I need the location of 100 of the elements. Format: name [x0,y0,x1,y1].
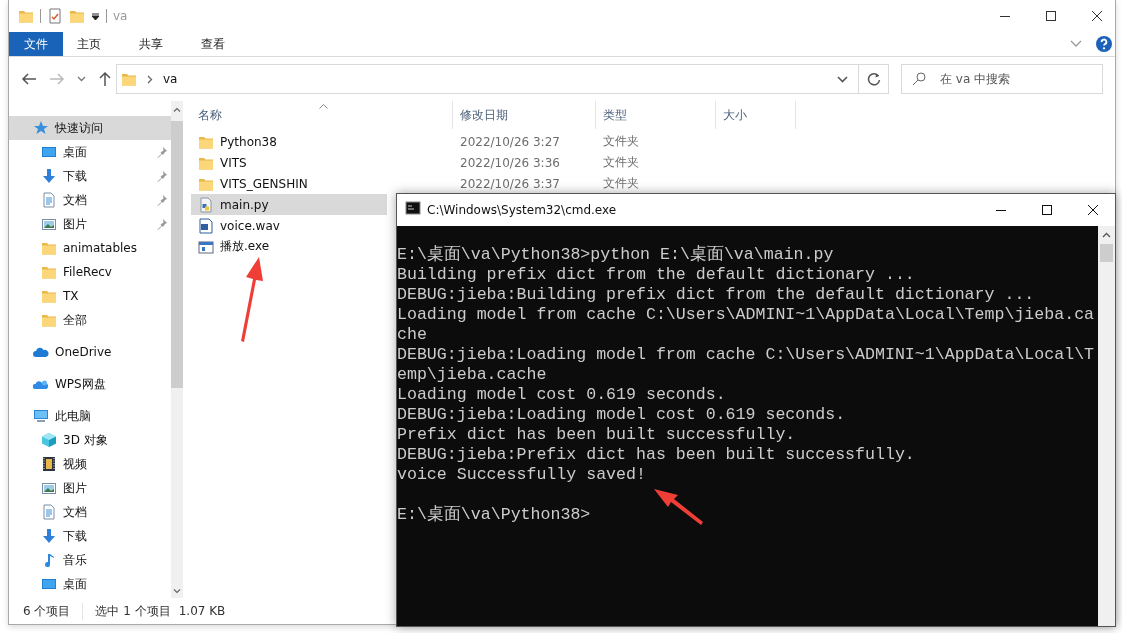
film-icon [41,456,57,472]
picture-icon [41,216,57,232]
refresh-icon [866,72,881,86]
folder-icon [121,71,137,87]
file-row[interactable]: VITS_GENSHIN 2022/10/26 3:37 文件夹 [191,173,791,194]
up-arrow-icon[interactable] [98,71,112,87]
address-bar[interactable]: va [116,64,859,94]
picture-icon [41,480,57,496]
sort-caret-icon [319,104,328,109]
sidebar-item[interactable]: 桌面 [9,140,171,164]
caret-icon[interactable] [91,11,100,21]
sidebar-item[interactable]: 下载 [9,524,171,548]
chevron-down-icon[interactable] [77,76,86,82]
maximize-icon[interactable] [1045,10,1057,22]
console-line: Prefix dict has been built successfully. [397,425,796,445]
sidebar-item[interactable]: 文档 [9,500,171,524]
file-row[interactable]: 播放.exe [191,236,387,257]
python-file-icon [198,196,214,213]
console-line: DEBUG:jieba:Loading model cost 0.619 seconds. [397,405,846,425]
console-line: Loading model cost 0.619 seconds. [397,385,726,405]
column-header[interactable]: 大小 [716,101,796,129]
table-cell-text: 2022/10/26 3:37 [459,176,561,191]
console-line: E:\桌面\va\Python38> [397,505,591,525]
console-line: voice Successfully saved! [397,465,646,485]
monitor-icon [41,576,57,592]
folder-icon [41,240,57,256]
table-cell-text: 2022/10/26 3:27 [459,134,561,149]
path-segment[interactable]: va [163,72,178,86]
file-row[interactable]: VITS 2022/10/26 3:36 文件夹 [191,152,791,173]
table-cell-text: 文件夹 [602,133,640,150]
scroll-up-icon [173,107,181,112]
sidebar-item[interactable]: 3D 对象 [9,428,171,452]
folder-icon [18,8,34,24]
sidebar-item[interactable]: 图片 [9,212,171,236]
column-header[interactable]: 修改日期 [453,101,596,129]
sidebar-item[interactable]: animatables [9,236,171,260]
close-icon[interactable] [1091,10,1103,22]
ribbon-tab[interactable]: 文件 [9,32,63,56]
console-line: emp\jieba.cache [397,365,547,385]
sidebar-item[interactable]: 文档 [9,188,171,212]
console-icon [405,200,421,216]
cube-icon [41,432,57,448]
sidebar-item[interactable]: 快速访问 [9,116,171,140]
sidebar-item[interactable]: WPS网盘 [9,372,171,396]
folder-icon [41,288,57,304]
ribbon-tab[interactable]: 主页 [63,32,115,56]
sidebar-item[interactable]: OneDrive [9,340,171,364]
sidebar-item[interactable]: 视频 [9,452,171,476]
pin-icon [156,218,168,230]
sidebar-item[interactable]: 音乐 [9,548,171,572]
console-line: Building prefix dict from the default dictionary ... [397,265,915,285]
sidebar-item[interactable]: TX [9,284,171,308]
console-line: Loading model from cache C:\Users\ADMINI~1\AppData\Local\Temp\jieba.ca [397,305,1095,325]
sidebar-item[interactable]: 此电脑 [9,404,171,428]
console-line: DEBUG:jieba:Building prefix dict from the default dictionary ... [397,285,1035,305]
file-row[interactable]: Python38 2022/10/26 3:27 文件夹 [191,131,791,152]
sidebar-item[interactable]: 下载 [9,164,171,188]
table-cell-text: 文件夹 [602,154,640,171]
scrollbar[interactable] [1098,226,1115,626]
close-icon[interactable] [1087,204,1099,216]
document-icon [198,217,214,234]
file-name: Python38 [220,134,277,149]
refresh-button[interactable] [859,64,889,94]
back-icon[interactable] [21,72,37,86]
checklist-icon [47,8,63,24]
pin-icon [156,170,168,182]
column-header[interactable]: 名称 [191,101,453,129]
ribbon-tab[interactable]: 查看 [187,32,239,56]
document-icon [41,504,57,520]
window-title: va [113,9,128,23]
down-arrow-icon [41,528,57,544]
column-header[interactable]: 类型 [596,101,716,129]
file-name: voice.wav [220,218,280,233]
table-cell-text: 2022/10/26 3:36 [459,155,561,170]
window-icon [198,238,214,255]
selection-size: 1.07 KB [178,604,226,618]
search-field[interactable]: 在 va 中搜索 [901,64,1103,94]
chevron-right-icon [147,74,153,84]
sidebar-item[interactable]: FileRecv [9,260,171,284]
sidebar-item[interactable]: 全部 [9,308,171,332]
file-row[interactable]: main.py [191,194,387,215]
file-name: 播放.exe [220,238,270,255]
star-icon [33,120,49,136]
sidebar-item[interactable]: 图片 [9,476,171,500]
table-cell-text: 文件夹 [602,175,640,192]
scrollbar[interactable] [171,101,183,598]
ribbon-tab[interactable]: 共享 [125,32,177,56]
annotation-arrow [654,489,703,525]
item-count: 6 个项目 [23,602,84,620]
pin-icon [156,194,168,206]
console-line: E:\桌面\va\Python38>python E:\桌面\va\main.py [397,245,834,265]
scroll-thumb[interactable] [171,121,183,388]
chevron-down-icon[interactable] [837,75,848,83]
scroll-thumb[interactable] [1100,244,1113,262]
help-icon[interactable] [1096,36,1112,52]
folder-icon [41,312,57,328]
file-row[interactable]: voice.wav [191,215,387,236]
document-icon [41,192,57,208]
maximize-icon[interactable] [1041,204,1053,216]
sidebar-item[interactable]: 桌面 [9,572,171,596]
